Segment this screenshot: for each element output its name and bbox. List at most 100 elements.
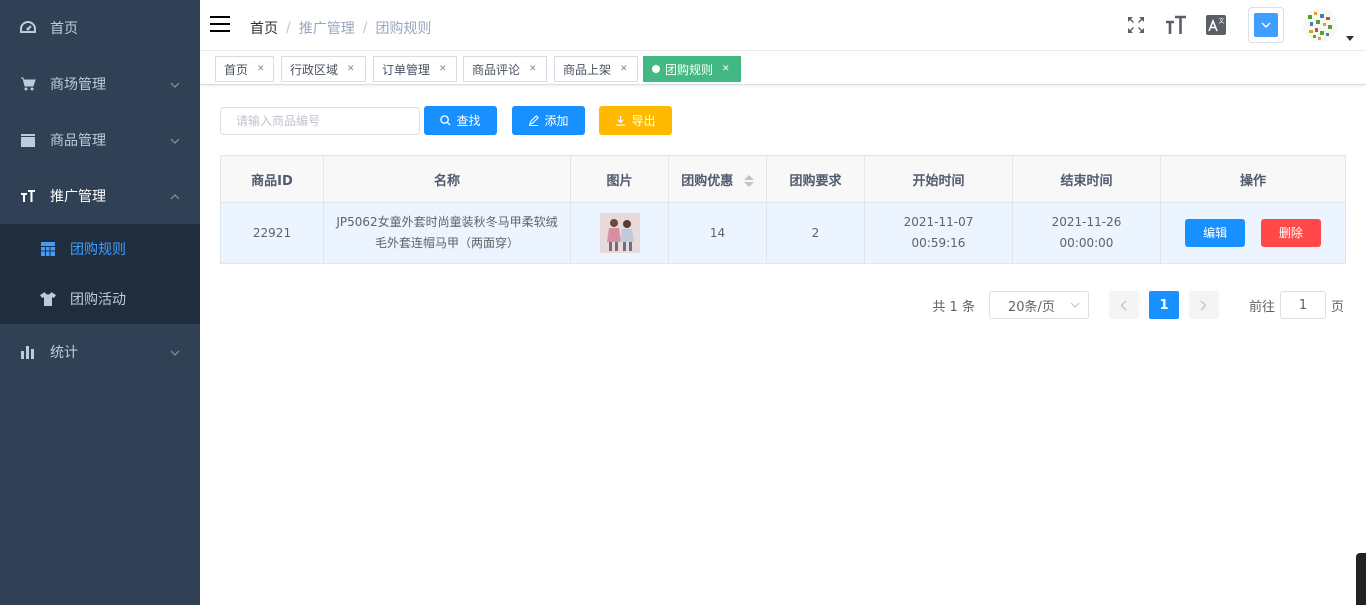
hamburger-icon[interactable]	[210, 16, 230, 34]
tag-label: 行政区域	[290, 62, 339, 77]
edit-button[interactable]: 编辑	[1185, 219, 1246, 247]
cell-image	[570, 202, 669, 264]
font-size-icon	[20, 188, 36, 204]
breadcrumb: 首页 / 推广管理 / 团购规则	[250, 18, 431, 38]
tag-label: 团购规则	[665, 62, 714, 77]
search-input[interactable]	[220, 107, 420, 135]
sidebar-item-label: 首页	[50, 21, 78, 37]
breadcrumb-item[interactable]: 首页	[250, 18, 278, 38]
tag-order[interactable]: 订单管理 ✕	[373, 56, 457, 82]
page-jumper: 前往 页	[1249, 291, 1344, 319]
svg-text:文: 文	[1219, 17, 1225, 25]
tag-home[interactable]: 首页 ✕	[215, 56, 274, 82]
sidebar-item-goods[interactable]: 商品管理	[0, 112, 200, 168]
add-button-label: 添加	[544, 114, 569, 128]
export-button-label: 导出	[631, 114, 656, 128]
chevron-up-icon	[170, 189, 180, 203]
bar-chart-icon	[20, 344, 36, 360]
sidebar-item-label: 统计	[50, 345, 78, 361]
chevron-down-icon	[1070, 300, 1080, 311]
pagination: 共 1 条 20条/页 1 前往 页	[932, 291, 1344, 319]
sidebar-item-mall[interactable]: 商场管理	[0, 56, 200, 112]
page-number-active[interactable]: 1	[1148, 291, 1179, 319]
chevron-down-icon	[170, 345, 180, 359]
column-header: 开始时间	[864, 155, 1013, 203]
table-icon	[40, 241, 56, 257]
close-icon[interactable]: ✕	[722, 64, 730, 74]
tag-group-rule[interactable]: 团购规则 ✕	[643, 56, 741, 82]
search-icon	[440, 115, 452, 126]
cell-start-time: 2021-11-07 00:59:16	[864, 202, 1013, 264]
chevron-down-icon	[170, 133, 180, 147]
data-table: 商品ID 名称 图片 团购优惠 团购要求 开始时间 结束时间 操作 22921 …	[220, 155, 1346, 264]
tag-label: 商品评论	[472, 62, 521, 77]
table-row[interactable]: 22921 JP5062女童外套时尚童装秋冬马甲柔软绒毛外套连帽马甲（两面穿）	[220, 202, 1346, 264]
cell-requirement: 2	[766, 202, 865, 264]
cell-end-time: 2021-11-26 00:00:00	[1012, 202, 1161, 264]
close-icon[interactable]: ✕	[257, 64, 265, 74]
dashboard-icon	[20, 20, 36, 36]
size-select[interactable]	[1248, 7, 1284, 43]
chevron-right-icon	[1200, 300, 1207, 310]
tag-label: 首页	[224, 62, 249, 77]
right-menu: 文	[1116, 0, 1366, 50]
close-icon[interactable]: ✕	[529, 64, 537, 74]
sidebar-item-promotion[interactable]: 推广管理	[0, 168, 200, 224]
table-header-row: 商品ID 名称 图片 团购优惠 团购要求 开始时间 结束时间 操作	[220, 155, 1346, 203]
column-header: 名称	[323, 155, 571, 203]
sidebar-item-group-rule[interactable]: 团购规则	[0, 224, 200, 274]
next-page-button[interactable]	[1188, 291, 1219, 319]
page-size-value: 20条/页	[1007, 299, 1055, 315]
column-header: 结束时间	[1012, 155, 1161, 203]
cell-goods-id: 22921	[220, 202, 324, 264]
breadcrumb-separator: /	[286, 20, 291, 36]
search-button[interactable]: 查找	[424, 106, 497, 135]
column-header: 团购要求	[766, 155, 865, 203]
tag-goods-on-shelf[interactable]: 商品上架 ✕	[554, 56, 638, 82]
tag-comment[interactable]: 商品评论 ✕	[463, 56, 547, 82]
chevron-left-icon	[1120, 300, 1127, 310]
fullscreen-icon[interactable]	[1116, 0, 1156, 50]
sort-icon[interactable]	[743, 175, 754, 187]
scrollbar-handle[interactable]	[1356, 553, 1366, 605]
prev-page-button[interactable]	[1108, 291, 1139, 319]
column-header-sortable[interactable]: 团购优惠	[668, 155, 767, 203]
delete-button[interactable]: 删除	[1260, 219, 1321, 247]
add-button[interactable]: 添加	[512, 106, 585, 135]
sidebar-item-home[interactable]: 首页	[0, 0, 200, 56]
chevron-down-icon	[170, 77, 180, 91]
avatar	[1300, 5, 1340, 45]
close-icon[interactable]: ✕	[347, 64, 355, 74]
avatar-dropdown[interactable]	[1300, 5, 1354, 45]
chevron-down-icon	[1254, 13, 1278, 37]
sidebar-item-label: 推广管理	[50, 189, 106, 205]
cell-name: JP5062女童外套时尚童装秋冬马甲柔软绒毛外套连帽马甲（两面穿）	[323, 202, 571, 264]
export-button[interactable]: 导出	[599, 106, 672, 135]
caret-down-icon	[1346, 36, 1354, 41]
column-header: 商品ID	[220, 155, 324, 203]
column-header-label: 团购优惠	[681, 173, 734, 189]
close-icon[interactable]: ✕	[620, 64, 628, 74]
close-icon[interactable]: ✕	[439, 64, 447, 74]
sidebar-item-label: 团购活动	[70, 292, 126, 308]
column-header: 操作	[1160, 155, 1346, 203]
breadcrumb-item: 推广管理	[298, 21, 355, 37]
sidebar-item-label: 团购规则	[70, 242, 126, 258]
navbar: 首页 / 推广管理 / 团购规则 文	[200, 0, 1366, 51]
sidebar-item-stats[interactable]: 统计	[0, 324, 200, 380]
product-thumbnail[interactable]	[599, 213, 640, 253]
cart-icon	[20, 76, 36, 92]
tags-view: 首页 ✕ 行政区域 ✕ 订单管理 ✕ 商品评论 ✕ 商品上架 ✕ 团购规则 ✕	[200, 51, 1366, 85]
goto-page-input[interactable]	[1279, 291, 1326, 319]
sidebar-item-group-activity[interactable]: 团购活动	[0, 274, 200, 324]
search-button-label: 查找	[456, 114, 481, 128]
active-dot-icon	[652, 65, 660, 73]
page-size-select[interactable]: 20条/页	[988, 291, 1089, 319]
font-size-icon[interactable]	[1156, 0, 1196, 50]
translate-icon[interactable]: 文	[1196, 0, 1236, 50]
app-main: 查找 添加 导出 商品ID 名称 图片 团购优惠 团购要求 开始时间 结束时间	[200, 86, 1366, 605]
clapperboard-icon	[20, 132, 36, 148]
cell-discount: 14	[668, 202, 767, 264]
tag-region[interactable]: 行政区域 ✕	[281, 56, 366, 82]
download-icon	[615, 115, 626, 126]
